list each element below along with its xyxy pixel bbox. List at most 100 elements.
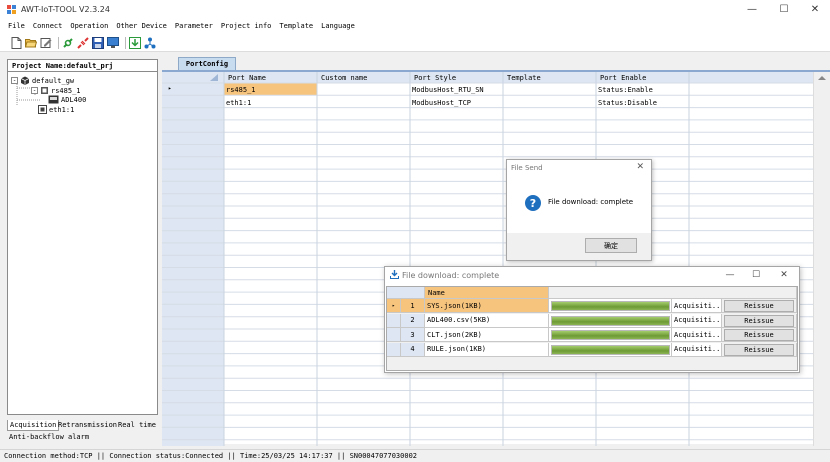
- new-icon[interactable]: [10, 36, 22, 49]
- open-icon[interactable]: [25, 37, 37, 49]
- download-window-title: File download: complete: [402, 271, 500, 280]
- minimize-button[interactable]: —: [717, 269, 743, 281]
- collapse-icon[interactable]: -: [11, 77, 18, 84]
- tab-acquisition[interactable]: Acquisition: [7, 420, 60, 431]
- tree-node-device-adl400[interactable]: ADL400: [48, 95, 86, 104]
- download-row: 3 CLT.json(2KB) Acquisiti... Reissue: [387, 328, 797, 342]
- reissue-button[interactable]: Reissue: [724, 300, 794, 312]
- header-filler: [549, 287, 797, 299]
- download-row: 2 ADL400.csv(5KB) Acquisiti... Reissue: [387, 313, 797, 328]
- dialog-body: ? File download: complete: [507, 178, 651, 233]
- reissue-button[interactable]: Reissue: [724, 343, 794, 356]
- disconnect-icon[interactable]: [77, 36, 89, 49]
- connect-icon[interactable]: [62, 37, 74, 49]
- progress-bar: [551, 330, 670, 340]
- monitor-icon[interactable]: [107, 36, 119, 49]
- download-row: 4 RULE.json(1KB) Acquisiti... Reissue: [387, 342, 797, 357]
- status-cell: Acquisiti...: [672, 342, 725, 357]
- ok-button[interactable]: 确定: [585, 238, 637, 253]
- menu-parameter[interactable]: Parameter: [175, 22, 213, 30]
- progress-fill: [552, 331, 669, 339]
- cell-port-name[interactable]: eth1:1: [226, 99, 251, 107]
- download-table: Name ▸ 1 SYS.json(1KB) Acquisiti... Reissue 2…: [386, 286, 798, 371]
- menu-operation[interactable]: Operation: [70, 22, 108, 30]
- window-title: AWT-IoT-TOOL V2.3.24: [21, 4, 110, 14]
- tree-node-port-rs485[interactable]: - rs485_1: [31, 86, 81, 95]
- reissue-button[interactable]: Reissue: [724, 329, 794, 341]
- tree-label-rs485: rs485_1: [51, 86, 81, 95]
- collapse-icon[interactable]: -: [31, 87, 38, 94]
- tab-anti-backflow-alarm[interactable]: Anti-backflow alarm: [7, 432, 91, 442]
- menu-template[interactable]: Template: [279, 22, 313, 30]
- project-panel: Project Name:default_prj - default_gw - …: [7, 59, 158, 415]
- reissue-button[interactable]: Reissue: [724, 314, 794, 327]
- left-tab-strip: Acquisition Retransmission Real time Ant…: [7, 420, 158, 444]
- download-window: File download: complete — ☐ ✕ Name ▸ 1 SYS…: [384, 266, 800, 373]
- cell-port-enable[interactable]: Status:Enable: [598, 86, 653, 94]
- cell-port-enable[interactable]: Status:Disable: [598, 99, 657, 107]
- close-button[interactable]: ✕: [801, 0, 829, 18]
- minimize-button[interactable]: —: [738, 0, 766, 18]
- col-header-port-style[interactable]: Port Style: [414, 74, 456, 82]
- row-indicator: ▸: [387, 299, 401, 313]
- col-header-port-name[interactable]: Port Name: [228, 74, 266, 82]
- port-config-grid: Port Name Custom name Port Style Templat…: [162, 70, 830, 446]
- tree-node-gateway[interactable]: - default_gw: [11, 76, 74, 85]
- tree-label-eth: eth1:1: [49, 105, 75, 114]
- row-number: 3: [401, 328, 425, 342]
- status-cell: Acquisiti...: [672, 299, 725, 313]
- dialog-title: File Send: [511, 164, 543, 172]
- col-header-port-enable[interactable]: Port Enable: [600, 74, 646, 82]
- grid-lines: [162, 72, 813, 446]
- row-number: 2: [401, 313, 425, 328]
- close-button[interactable]: ✕: [771, 269, 797, 281]
- edit-icon[interactable]: [40, 37, 52, 49]
- row-number: 4: [401, 342, 425, 357]
- progress-bar: [551, 301, 670, 311]
- download-icon[interactable]: [129, 36, 141, 49]
- file-name-cell[interactable]: CLT.json(2KB): [425, 328, 549, 342]
- menu-project-info[interactable]: Project info: [221, 22, 272, 30]
- menu-file[interactable]: File: [8, 22, 25, 30]
- tab-real-time[interactable]: Real time: [116, 420, 158, 430]
- menu-connect[interactable]: Connect: [33, 22, 63, 30]
- network-icon[interactable]: [144, 37, 156, 49]
- file-name-cell[interactable]: RULE.json(1KB): [425, 342, 549, 357]
- menu-other-device[interactable]: Other Device: [116, 22, 167, 30]
- progress-cell: [549, 313, 672, 328]
- tab-portconfig[interactable]: PortConfig: [178, 57, 236, 70]
- progress-cell: [549, 342, 672, 357]
- cell-port-style[interactable]: ModbusHost_TCP: [412, 99, 471, 107]
- main-area: PortConfig Port Name Custom name Port St…: [161, 56, 830, 446]
- col-header-name[interactable]: Name: [425, 287, 549, 299]
- maximize-button[interactable]: ☐: [743, 269, 769, 281]
- file-name-cell[interactable]: SYS.json(1KB): [425, 299, 549, 313]
- col-header-custom-name[interactable]: Custom name: [321, 74, 367, 82]
- action-cell: Reissue: [722, 342, 797, 357]
- toolbar-separator: [125, 36, 126, 49]
- scroll-up-icon[interactable]: [814, 73, 830, 83]
- progress-bar: [551, 344, 670, 355]
- row-indicator: [387, 313, 401, 328]
- menu-language[interactable]: Language: [321, 22, 355, 30]
- project-name-label: Project Name:default_prj: [8, 60, 157, 72]
- tree-node-port-eth[interactable]: eth1:1: [38, 105, 74, 114]
- vertical-scrollbar[interactable]: [813, 72, 830, 446]
- col-header-template[interactable]: Template: [507, 74, 541, 82]
- row-indicator: [387, 328, 401, 342]
- device-meter-icon: [48, 95, 59, 104]
- save-icon[interactable]: [92, 36, 104, 49]
- title-bar: AWT-IoT-TOOL V2.3.24 — ☐ ✕: [0, 0, 830, 18]
- dialog-close-button[interactable]: ✕: [636, 162, 644, 172]
- progress-cell: [549, 299, 672, 313]
- row-number: 1: [401, 299, 425, 313]
- progress-fill: [552, 302, 669, 310]
- tab-retransmission[interactable]: Retransmission: [56, 420, 119, 430]
- cell-port-name[interactable]: rs485_1: [226, 86, 256, 94]
- progress-fill: [552, 345, 669, 354]
- file-send-dialog: File Send ✕ ? File download: complete 确定: [506, 159, 652, 261]
- cell-port-style[interactable]: ModbusHost_RTU_SN: [412, 86, 484, 94]
- file-name-cell[interactable]: ADL400.csv(5KB): [425, 313, 549, 328]
- maximize-button[interactable]: ☐: [770, 0, 798, 18]
- menu-bar: File Connect Operation Other Device Para…: [0, 18, 830, 34]
